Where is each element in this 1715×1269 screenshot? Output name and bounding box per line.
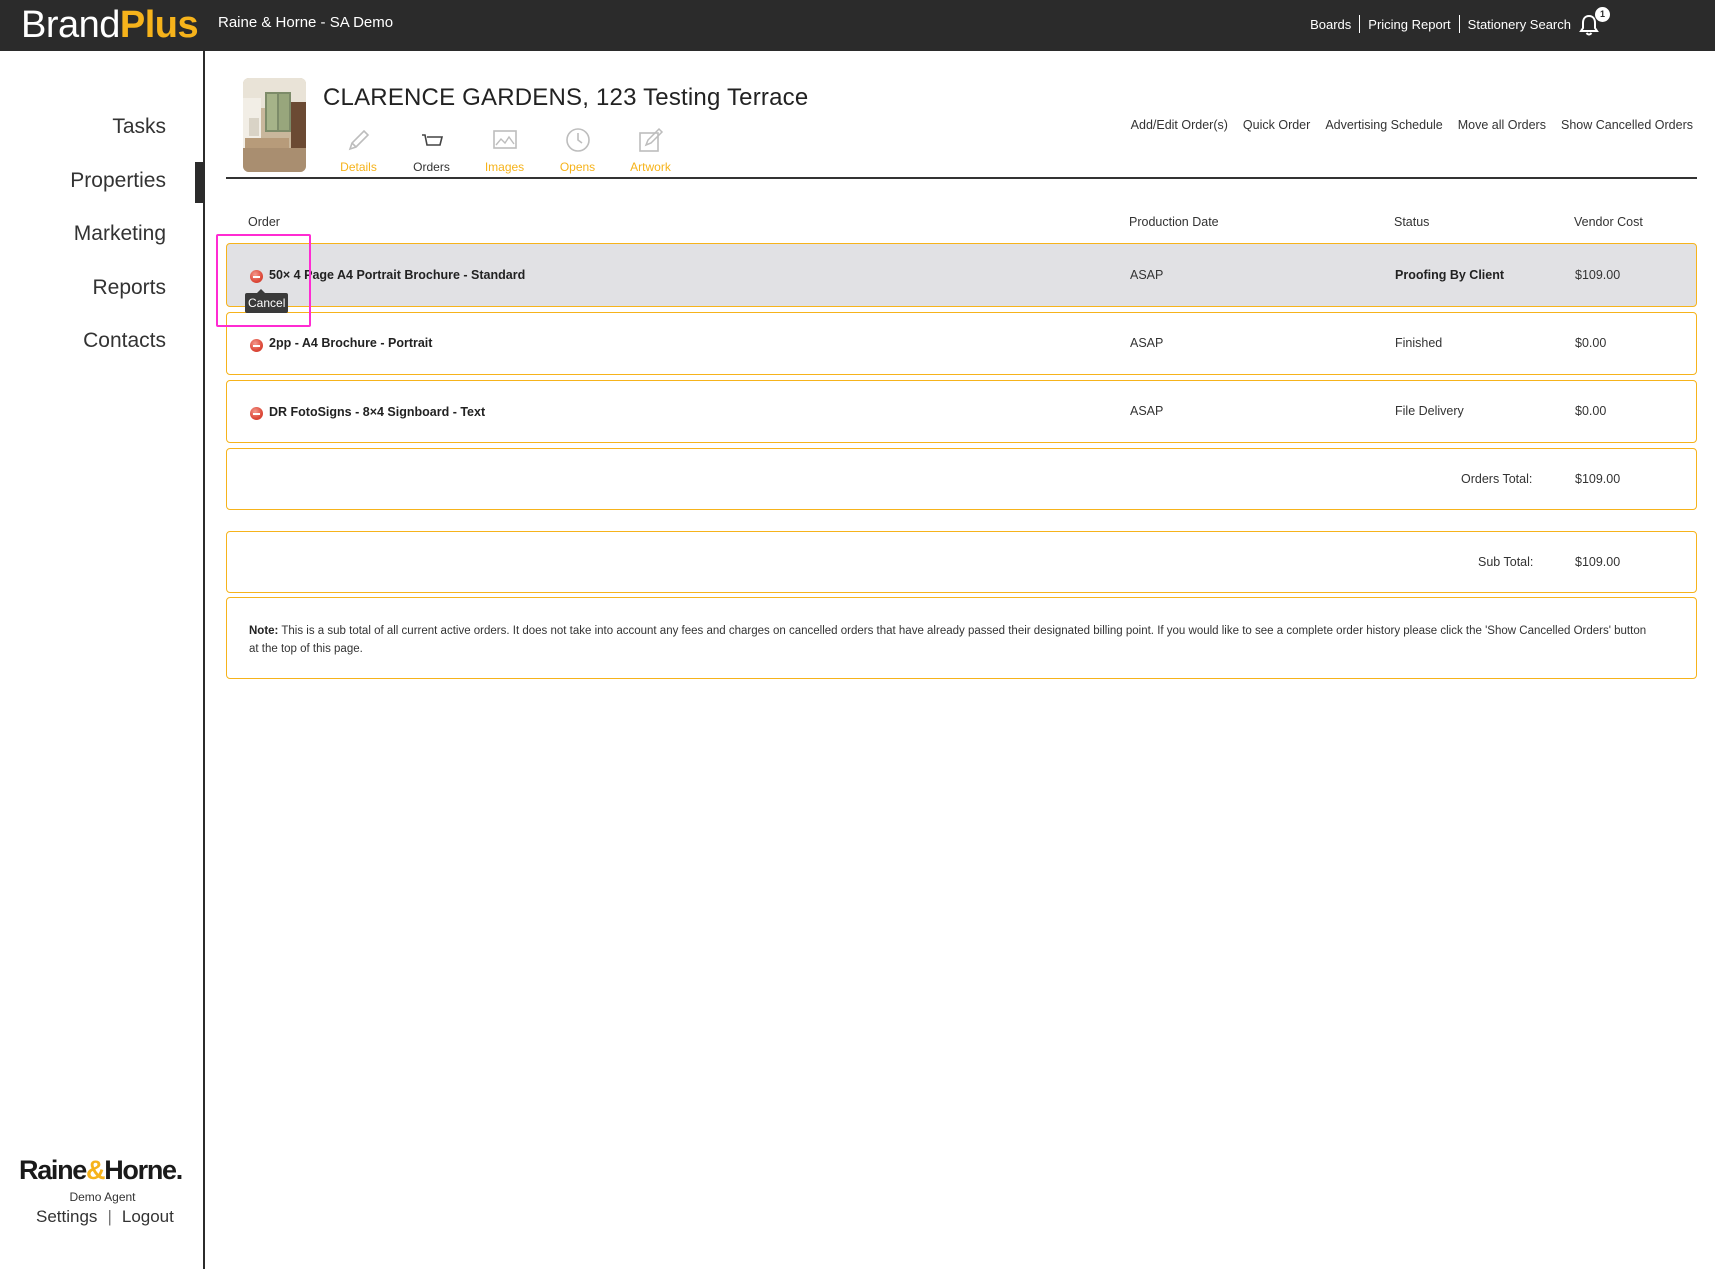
order-name[interactable]: 2pp - A4 Brochure - Portrait — [269, 336, 432, 350]
top-bar: BrandPlus Raine & Horne - SA Demo Boards… — [0, 0, 1715, 51]
highlight-box — [216, 234, 311, 327]
production-date: ASAP — [1130, 268, 1164, 282]
footer-divider: | — [107, 1207, 112, 1226]
column-header-order: Order — [248, 215, 280, 229]
sub-total-label: Sub Total: — [1478, 555, 1534, 569]
advertising-schedule-link[interactable]: Advertising Schedule — [1325, 118, 1442, 132]
table-row[interactable]: 50× 4 Page A4 Portrait Brochure - Standa… — [226, 243, 1697, 307]
property-tabs: Details Orders Images Opens Artwork — [322, 126, 687, 174]
tab-label: Artwork — [630, 160, 671, 174]
orders-total-label: Orders Total: — [1461, 472, 1533, 486]
column-header-status: Status — [1394, 215, 1430, 229]
order-status: Proofing By Client — [1395, 268, 1505, 282]
tab-details[interactable]: Details — [322, 126, 395, 174]
vendor-cost: $109.00 — [1575, 268, 1621, 282]
tab-orders[interactable]: Orders — [395, 126, 468, 174]
production-date: ASAP — [1130, 336, 1164, 350]
sub-total-note: Note: This is a sub total of all current… — [226, 597, 1697, 679]
tab-label: Orders — [413, 160, 450, 174]
tab-label: Details — [340, 160, 377, 174]
tab-opens[interactable]: Opens — [541, 126, 614, 174]
cancel-order-icon[interactable] — [250, 407, 263, 420]
orders-total-row: Orders Total: $109.00 — [226, 448, 1697, 510]
logo-text-1: Raine — [19, 1155, 87, 1185]
sidebar-nav: Tasks Properties Marketing Reports Conta… — [70, 113, 166, 381]
pencil-icon — [348, 129, 369, 151]
logout-link[interactable]: Logout — [122, 1207, 174, 1227]
boards-link[interactable]: Boards — [1302, 17, 1359, 32]
note-label: Note: — [249, 625, 279, 637]
table-row[interactable]: DR FotoSigns - 8×4 Signboard - Text ASAP… — [226, 380, 1697, 443]
settings-link[interactable]: Settings — [36, 1207, 97, 1227]
production-date: ASAP — [1130, 404, 1164, 418]
sub-total-row: Sub Total: $109.00 — [226, 531, 1697, 593]
sub-total-value: $109.00 — [1575, 555, 1621, 569]
order-name[interactable]: DR FotoSigns - 8×4 Signboard - Text — [269, 405, 485, 419]
clock-icon — [565, 128, 590, 152]
tab-label: Images — [484, 160, 525, 174]
brand-text-1: Brand — [21, 4, 120, 46]
sidebar-item-contacts[interactable]: Contacts — [70, 327, 166, 381]
property-title: CLARENCE GARDENS, 123 Testing Terrace — [323, 84, 809, 111]
pricing-report-link[interactable]: Pricing Report — [1360, 17, 1458, 32]
order-status: File Delivery — [1395, 404, 1464, 418]
active-indicator — [195, 162, 205, 203]
property-photo — [243, 78, 306, 172]
cart-icon — [421, 134, 443, 146]
tab-label: Opens — [559, 160, 596, 174]
account-name: Raine & Horne - SA Demo — [218, 14, 394, 31]
notifications-button[interactable]: 1 — [1578, 7, 1610, 39]
cancel-order-icon[interactable] — [250, 339, 263, 352]
note-text: This is a sub total of all current activ… — [249, 625, 1647, 655]
sidebar-item-marketing[interactable]: Marketing — [70, 220, 166, 274]
show-cancelled-orders-link[interactable]: Show Cancelled Orders — [1561, 118, 1693, 132]
property-thumbnail[interactable] — [243, 78, 306, 172]
orders-total-value: $109.00 — [1575, 472, 1621, 486]
tab-artwork[interactable]: Artwork — [614, 126, 687, 174]
logo-ampersand: & — [86, 1155, 106, 1185]
image-icon — [492, 130, 517, 149]
vendor-cost: $0.00 — [1575, 404, 1607, 418]
quick-order-link[interactable]: Quick Order — [1243, 118, 1310, 132]
logo-dot: . — [175, 1155, 184, 1185]
sidebar: Tasks Properties Marketing Reports Conta… — [0, 51, 205, 1269]
stationery-search-link[interactable]: Stationery Search — [1460, 17, 1579, 32]
top-nav: Boards Pricing Report Stationery Search — [1302, 15, 1579, 33]
order-actions: Add/Edit Order(s) Quick Order Advertisin… — [1116, 118, 1693, 132]
move-all-orders-link[interactable]: Move all Orders — [1458, 118, 1546, 132]
raine-horne-logo: Raine&Horne. — [19, 1155, 184, 1186]
brandplus-logo[interactable]: BrandPlus — [21, 2, 199, 48]
column-header-vendor-cost: Vendor Cost — [1574, 215, 1643, 229]
header-divider — [226, 177, 1697, 179]
sidebar-item-properties[interactable]: Properties — [70, 167, 166, 221]
note-paragraph: Note: This is a sub total of all current… — [249, 622, 1656, 658]
agent-name: Demo Agent — [69, 1190, 136, 1204]
table-row[interactable]: 2pp - A4 Brochure - Portrait ASAP Finish… — [226, 312, 1697, 375]
tab-images[interactable]: Images — [468, 126, 541, 174]
add-edit-orders-link[interactable]: Add/Edit Order(s) — [1131, 118, 1228, 132]
notification-badge: 1 — [1595, 7, 1610, 22]
sidebar-item-reports[interactable]: Reports — [70, 274, 166, 328]
order-status: Finished — [1395, 336, 1443, 350]
sidebar-item-tasks[interactable]: Tasks — [70, 113, 166, 167]
vendor-cost: $0.00 — [1575, 336, 1607, 350]
sidebar-footer: Settings | Logout — [36, 1207, 174, 1227]
artwork-icon — [638, 127, 663, 152]
brand-text-2: Plus — [119, 4, 199, 46]
column-header-production-date: Production Date — [1129, 215, 1219, 229]
logo-text-2: Horne — [104, 1155, 177, 1185]
